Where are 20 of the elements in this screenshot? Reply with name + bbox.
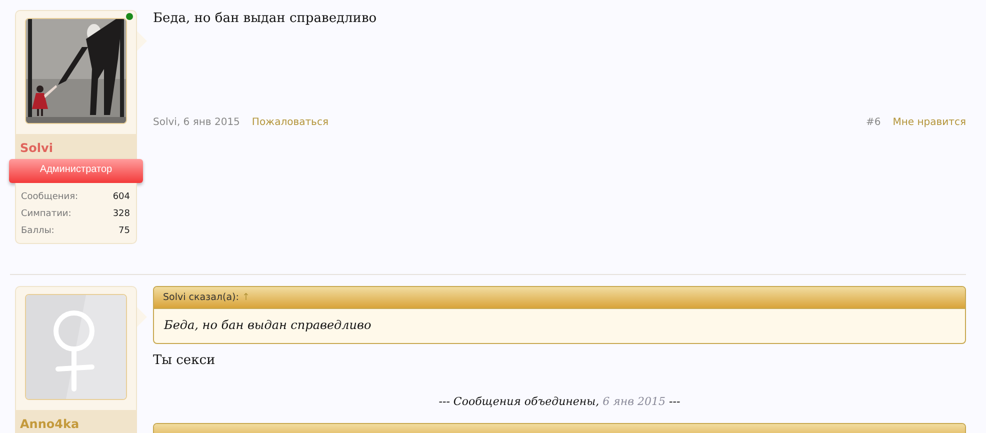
like-link[interactable]: Мне нравится [892,117,966,128]
stat-value: 328 [112,208,130,221]
female-symbol-icon [26,295,126,399]
role-banner: Администратор [9,159,143,183]
stat-label: Сообщения: [21,191,78,204]
username-link[interactable]: Solvi [20,140,132,156]
jump-link[interactable]: ↑ [242,292,250,303]
stat-label: Баллы: [21,225,54,238]
message-text: Беда, но бан выдан справедливо [153,10,378,28]
message-text: Ты секси [153,352,216,370]
stat-value: 604 [112,191,130,204]
post-byline: Solvi, 6 янв 2015 [153,117,240,128]
username-link[interactable]: Anno4ka [20,416,132,432]
merge-notice: --- Сообщения объединены, 6 янв 2015 --- [438,395,680,408]
quote-text: Беда, но бан выдан справедливо [162,317,372,334]
post-number-link[interactable]: #6 [866,117,881,128]
stat-label: Симпатии: [21,208,72,221]
quote-author: Solvi сказал(а): [163,292,239,303]
stat-value: 75 [118,225,130,238]
report-link[interactable]: Пожаловаться [252,117,328,128]
